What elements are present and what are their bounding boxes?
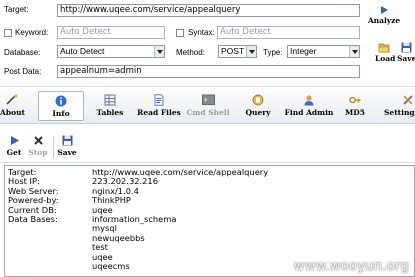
type-select[interactable]: Integer — [287, 45, 360, 58]
info-icon — [55, 95, 67, 107]
database-label: Database: — [4, 48, 41, 57]
close-icon — [33, 136, 43, 145]
syntax-input[interactable]: Auto Detect — [217, 26, 360, 39]
key-icon — [349, 96, 361, 104]
tab-info[interactable]: Info — [38, 91, 84, 121]
type-select-value: Integer — [290, 46, 317, 56]
tab-read-files[interactable]: Read Files — [135, 91, 183, 121]
database-select-value: Auto Detect — [60, 46, 105, 56]
syntax-label: Syntax: — [188, 28, 215, 37]
tab-cmd-shell[interactable]: Cmd Shell — [186, 91, 230, 121]
stop-button[interactable]: Stop — [27, 135, 49, 157]
tab-md5[interactable]: MD5 — [344, 91, 366, 121]
document-icon — [154, 94, 164, 106]
play-icon — [381, 6, 388, 14]
keyword-checkbox[interactable] — [4, 29, 12, 37]
save-config-label: Save — [397, 54, 415, 63]
floppy-disk-icon — [62, 135, 72, 146]
database-name: uqeecms — [92, 261, 130, 271]
tab-read-files-label: Read Files — [137, 108, 181, 117]
save-results-button[interactable]: Save — [57, 135, 77, 157]
toolbar-divider — [53, 136, 54, 158]
type-label: Type: — [263, 48, 283, 57]
table-icon — [104, 94, 116, 106]
database-select[interactable]: Auto Detect — [57, 45, 165, 58]
main-toolbar: About Info Tables Read Files Cmd Shell Q… — [0, 88, 415, 124]
get-label: Get — [6, 148, 22, 157]
tab-query-label: Query — [245, 108, 271, 117]
tab-about-label: About — [0, 108, 25, 117]
tab-setting[interactable]: Setting — [384, 91, 415, 121]
analyze-button[interactable]: Analyze — [366, 5, 402, 25]
tab-setting-label: Setting — [384, 108, 415, 117]
tab-tables-label: Tables — [96, 108, 124, 117]
tab-md5-label: MD5 — [344, 108, 366, 117]
terminal-icon — [201, 94, 215, 105]
result-key: Data Bases: — [8, 214, 58, 224]
watermark: www.wooyun.org — [293, 259, 409, 274]
tab-query[interactable]: Query — [244, 91, 272, 121]
tab-find-admin[interactable]: Find Admin — [284, 91, 334, 121]
tools-icon — [403, 95, 413, 105]
user-search-icon — [304, 95, 314, 106]
tab-tables[interactable]: Tables — [94, 91, 126, 121]
load-label: Load — [375, 54, 396, 63]
floppy-disk-icon — [401, 42, 411, 53]
wand-icon — [6, 94, 18, 105]
stop-label: Stop — [28, 148, 48, 157]
target-label: Target: — [4, 5, 29, 14]
save-config-button[interactable]: Save — [397, 42, 415, 63]
query-icon — [252, 94, 264, 106]
info-toolbar: Get Stop Save — [0, 132, 415, 163]
postdata-label: Post Data: — [4, 67, 42, 76]
syntax-checkbox[interactable] — [176, 29, 184, 37]
chevron-down-icon — [154, 46, 164, 57]
folder-open-icon — [378, 43, 390, 53]
method-label: Method: — [176, 48, 205, 57]
postdata-input[interactable]: appealnum=admin — [57, 65, 360, 78]
tab-cmd-shell-label: Cmd Shell — [186, 108, 230, 117]
save-results-label: Save — [57, 148, 77, 157]
query-form: Target: http://www.uqee.com/service/appe… — [0, 0, 415, 87]
tab-about[interactable]: About — [0, 91, 25, 121]
analyze-label: Analyze — [367, 16, 401, 25]
get-button[interactable]: Get — [5, 135, 23, 157]
tab-info-label: Info — [52, 109, 70, 118]
chevron-down-icon — [349, 46, 359, 57]
play-icon — [10, 136, 19, 145]
method-select[interactable]: POST — [218, 45, 257, 58]
tab-find-admin-label: Find Admin — [284, 108, 334, 117]
chevron-down-icon — [246, 46, 256, 57]
load-button[interactable]: Load — [375, 42, 396, 63]
keyword-label: Keyword: — [15, 28, 49, 37]
target-input[interactable]: http://www.uqee.com/service/appealquery — [57, 4, 360, 17]
keyword-input[interactable]: Auto Detect — [57, 26, 165, 39]
method-select-value: POST — [221, 46, 245, 56]
